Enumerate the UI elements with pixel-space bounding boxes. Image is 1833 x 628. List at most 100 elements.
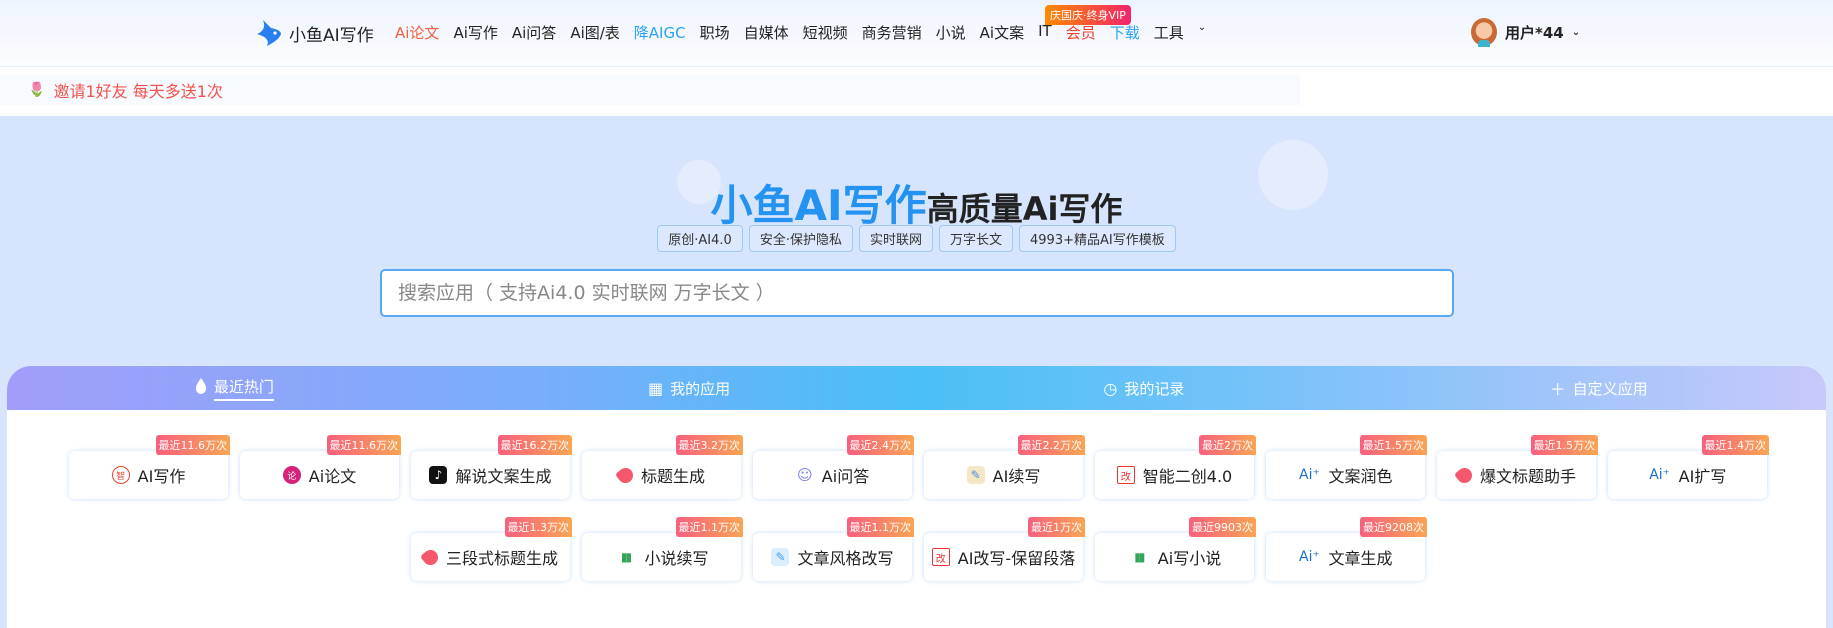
- main-nav: Ai论文 Ai写作 Ai问答 Ai图/表 降AIGC 职场 自媒体 短视频 商务营销 小说 Ai文案…: [395, 22, 1206, 43]
- nav-item[interactable]: 自媒体: [744, 22, 789, 43]
- usage-badge: 最近1万次: [1028, 517, 1085, 537]
- app-name: AI扩写: [1678, 467, 1727, 486]
- app-name: Ai写小说: [1157, 549, 1222, 568]
- invite-banner[interactable]: 🌷 邀请1好友 每天多送1次: [0, 75, 1300, 105]
- ai-spark-icon: Ai⁺: [1299, 467, 1320, 483]
- nav-item[interactable]: 商务营销: [862, 22, 922, 43]
- feature-tag: 实时联网: [858, 225, 933, 252]
- search-input[interactable]: [380, 269, 1454, 317]
- lun-icon: 论: [282, 466, 301, 484]
- app-card[interactable]: ▮▮ 小说续写 最近1.1万次: [582, 517, 743, 581]
- app-card[interactable]: 改智能二创4.0 最近2万次: [1095, 435, 1256, 499]
- nav-item[interactable]: 工具: [1154, 22, 1184, 43]
- zhi-icon: 智: [111, 466, 130, 484]
- app-name: 标题生成: [640, 467, 705, 486]
- user-menu[interactable]: 用户*44 ⌄: [1471, 18, 1581, 47]
- usage-badge: 最近2万次: [1199, 435, 1256, 455]
- app-card[interactable]: ▮▮ Ai写小说 最近9903次: [1095, 517, 1256, 581]
- chevron-down-icon: ⌄: [1571, 26, 1581, 38]
- app-card[interactable]: ✎ AI续写 最近2.2万次: [924, 435, 1085, 499]
- hero-title-main: 小鱼AI写作: [710, 181, 927, 230]
- app-name: Ai问答: [821, 467, 870, 486]
- app-card[interactable]: ☺ Ai问答 最近2.4万次: [753, 435, 914, 499]
- flame-icon: [195, 378, 207, 398]
- nav-item[interactable]: Ai写作: [453, 22, 497, 43]
- ai-spark-icon: Ai⁺: [1649, 467, 1671, 483]
- app-card[interactable]: 三段式标题生成 最近1.3万次: [411, 517, 572, 581]
- tab-1[interactable]: ▦ 我的应用: [462, 366, 917, 410]
- app-card[interactable]: ♪ 解说文案生成 最近16.2万次: [411, 435, 572, 499]
- tab-3[interactable]: ＋ 自定义应用: [1371, 366, 1826, 410]
- robot-icon: ☺: [796, 466, 813, 484]
- app-card[interactable]: 爆文标题助手 最近1.5万次: [1437, 435, 1598, 499]
- tab-label: 自定义应用: [1572, 379, 1648, 398]
- nav-item[interactable]: 下载: [1110, 22, 1140, 43]
- app-name: Ai论文: [308, 467, 357, 486]
- hero-title-sub: 高质量Ai写作: [926, 190, 1123, 228]
- tab-label: 我的应用: [670, 379, 731, 398]
- tab-bar: 最近热门 ▦ 我的应用 ◷ 我的记录 ＋ 自定义应用: [7, 366, 1826, 410]
- usage-badge: 最近11.6万次: [326, 435, 401, 455]
- tag-icon: [419, 546, 442, 568]
- apps-panel: 最近热门 ▦ 我的应用 ◷ 我的记录＋自定义应用 智 AI写作 最近11.6万次论 Ai论文最…: [7, 366, 1826, 628]
- feature-tag: 原创·AI4.0: [657, 225, 743, 252]
- app-card[interactable]: Ai⁺ 文章生成 最近9208次: [1266, 517, 1427, 581]
- invite-text: 邀请1好友 每天多送1次: [53, 82, 223, 101]
- usage-badge: 最近1.5万次: [1530, 435, 1598, 455]
- app-card[interactable]: Ai⁺ 文案润色 最近1.5万次: [1266, 435, 1427, 499]
- tag-icon: [614, 464, 637, 486]
- nav-item[interactable]: Ai问答: [512, 22, 556, 43]
- app-card[interactable]: 标题生成 最近3.2万次: [582, 435, 743, 499]
- nav-item[interactable]: Ai文案: [980, 22, 1024, 43]
- app-name: 解说文案生成: [455, 467, 552, 486]
- fish-logo-icon: [257, 20, 281, 46]
- usage-badge: 最近1.3万次: [504, 517, 572, 537]
- app-name: AI写作: [137, 467, 186, 486]
- feature-tags: 原创·AI4.0 安全·保护隐私 实时联网 万字长文 4993+精品AI写作模板: [0, 225, 1833, 252]
- app-name: 三段式标题生成: [445, 549, 558, 568]
- nav-item[interactable]: 降AIGC: [634, 22, 686, 43]
- gai-icon: 改: [1116, 466, 1135, 484]
- book-icon: ▮▮: [620, 550, 632, 564]
- tab-label: 最近热门: [213, 376, 274, 401]
- app-name: 文案润色: [1328, 467, 1393, 486]
- feature-tag: 安全·保护隐私: [748, 225, 853, 252]
- usage-badge: 最近1.5万次: [1359, 435, 1427, 455]
- app-name: 文章生成: [1328, 549, 1393, 568]
- app-card[interactable]: 智 AI写作 最近11.6万次: [69, 435, 230, 499]
- nav-item[interactable]: Ai图/表: [570, 22, 619, 43]
- tag-icon: [1453, 464, 1476, 486]
- book-icon: ▮▮: [1134, 550, 1145, 564]
- hero-title: 小鱼AI写作高质量Ai写作: [0, 172, 1833, 233]
- tab-2[interactable]: ◷ 我的记录: [917, 366, 1372, 410]
- plus-icon: ＋: [1549, 380, 1566, 399]
- app-card[interactable]: 论 Ai论文 最近11.6万次: [240, 435, 401, 499]
- nav-item[interactable]: 小说: [936, 22, 966, 43]
- usage-badge: 最近9208次: [1360, 517, 1427, 537]
- avatar: [1471, 18, 1497, 47]
- nav-item[interactable]: IT: [1038, 22, 1052, 43]
- nav-item[interactable]: Ai论文: [395, 22, 439, 43]
- logo[interactable]: 小鱼AI写作: [253, 18, 374, 48]
- user-name: 用户*44: [1505, 23, 1564, 42]
- notepad-icon: ✎: [966, 466, 985, 484]
- app-card[interactable]: ✎ 文章风格改写 最近1.1万次: [753, 517, 914, 581]
- nav-item[interactable]: 会员: [1066, 22, 1096, 43]
- tab-0[interactable]: 最近热门: [7, 366, 462, 410]
- app-name: AI续写: [992, 467, 1041, 486]
- usage-badge: 最近2.4万次: [846, 435, 914, 455]
- app-card[interactable]: 改 AI改写-保留段落 最近1万次: [924, 517, 1085, 581]
- tulip-icon: 🌷: [28, 82, 46, 98]
- feature-tag: 万字长文: [938, 225, 1013, 252]
- app-name: 文章风格改写: [797, 549, 894, 568]
- chevron-down-icon: ⌄: [1197, 22, 1207, 33]
- app-card[interactable]: Ai⁺ AI扩写 最近1.4万次: [1608, 435, 1769, 499]
- edit-icon: ✎: [771, 548, 790, 566]
- nav-item[interactable]: 短视频: [803, 22, 848, 43]
- gai-icon: 改: [931, 548, 950, 566]
- usage-badge: 最近9903次: [1189, 517, 1256, 537]
- grid-icon: ▦: [648, 378, 664, 398]
- nav-item[interactable]: 职场: [700, 22, 730, 43]
- usage-badge: 最近1.1万次: [846, 517, 914, 537]
- usage-badge: 最近16.2万次: [497, 435, 572, 455]
